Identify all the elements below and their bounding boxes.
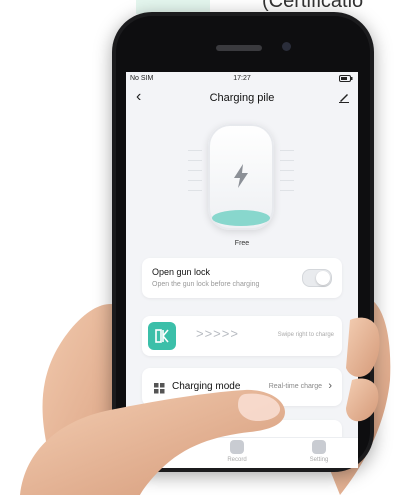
gun-lock-title: Open gun lock [152,267,211,277]
pile-tick [188,190,202,191]
battery-icon [339,75,353,84]
swipe-arrows: >>>>> [196,326,239,341]
tab-bar: Record Setting [126,437,358,468]
charging-mode-row[interactable]: Charging mode Real-time charge › [142,368,342,406]
gear-icon [312,440,326,454]
swipe-hint: Swipe right to charge [277,332,334,338]
grid-icon [154,381,165,399]
status-time: 17:27 [233,75,251,82]
pile-tick [188,180,202,181]
pile-tick [280,190,294,191]
pile-tick [188,150,202,151]
page-title: Charging pile [209,92,275,104]
status-bar: No SIM 17:27 [126,72,358,86]
pile-tick [280,170,294,171]
swipe-to-charge-slider[interactable]: >>>>> Swipe right to charge [142,316,342,356]
tab-setting[interactable]: Setting [294,440,344,463]
tab-label: Setting [309,457,329,463]
pile-tick [188,160,202,161]
pile-tick [280,180,294,181]
edit-icon[interactable] [338,90,350,108]
toggle-knob [316,271,330,285]
charging-pile-illustration [208,124,274,230]
lightning-icon [232,164,250,193]
swipe-handle[interactable] [148,322,176,350]
gun-lock-card: Open gun lock Open the gun lock before c… [142,258,342,298]
tab-label: Record [227,457,247,463]
charging-mode-value: Real-time charge [268,383,322,390]
front-camera [282,42,291,51]
pile-liquid [212,210,270,226]
gun-lock-subtitle: Open the gun lock before charging [152,281,260,288]
gun-lock-toggle[interactable] [302,269,332,287]
chevron-right-icon: › [328,380,332,392]
record-icon [230,440,244,454]
charging-mode-label: Charging mode [172,381,241,392]
pile-tick [280,150,294,151]
speaker-grille [216,45,262,51]
tab-record[interactable]: Record [212,440,262,463]
pile-tick [188,170,202,171]
app-screen: No SIM 17:27 ‹ Charging pile Free Open g… [126,72,358,468]
nav-bar: ‹ Charging pile [126,86,358,110]
pile-status: Free [234,240,250,247]
pile-tick [280,160,294,161]
